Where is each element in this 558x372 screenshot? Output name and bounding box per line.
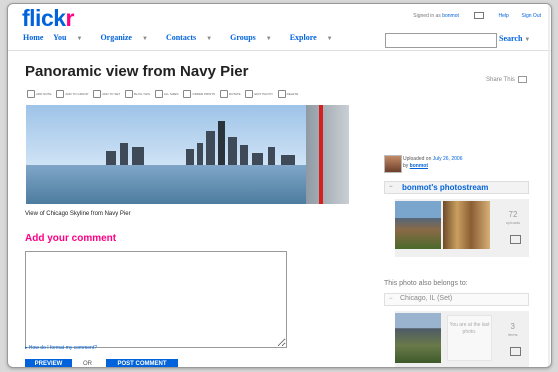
- photo-building: [120, 143, 128, 165]
- photo-building: [240, 145, 248, 165]
- upload-date-link[interactable]: July 26, 2006: [433, 156, 463, 162]
- slideshow-icon[interactable]: [510, 347, 521, 356]
- blog-this-button[interactable]: BLOG THIS: [125, 90, 150, 98]
- preview-button[interactable]: PREVIEW: [25, 359, 72, 367]
- delete-button[interactable]: DELETE: [277, 90, 298, 98]
- chevron-down-icon[interactable]: ▼: [76, 36, 82, 42]
- photo-building: [132, 147, 144, 165]
- header-divider: [8, 50, 551, 51]
- pencil-icon: [245, 90, 254, 98]
- sign-out-link[interactable]: Sign Out: [522, 13, 541, 19]
- photo-building: [228, 137, 237, 165]
- blog-icon: [125, 90, 134, 98]
- post-comment-button[interactable]: POST COMMENT: [106, 359, 178, 367]
- photostream-thumb[interactable]: [443, 201, 490, 249]
- share-this-button[interactable]: Share This: [486, 76, 527, 83]
- set-box: You are at the last photo. 3 items: [395, 311, 529, 367]
- add-to-set-button[interactable]: ADD TO SET: [93, 90, 120, 98]
- search-button[interactable]: Search ▼: [499, 34, 530, 43]
- search-input[interactable]: [385, 33, 497, 48]
- nav-contacts[interactable]: Contacts ▼: [166, 33, 220, 42]
- last-photo-notice: You are at the last photo.: [447, 315, 492, 361]
- mail-icon[interactable]: [473, 12, 484, 19]
- main-photo[interactable]: [26, 105, 349, 204]
- nav-organize[interactable]: Organize ▼: [100, 33, 156, 42]
- chevron-down-icon[interactable]: ▼: [142, 36, 148, 42]
- set-icon: [93, 90, 102, 98]
- upload-count: 72 uploads: [506, 210, 521, 226]
- avatar[interactable]: [384, 155, 402, 173]
- scrollbar[interactable]: [548, 4, 550, 367]
- photo-toolbar: ADD NOTE ADD TO GROUP ADD TO SET BLOG TH…: [27, 90, 302, 102]
- chevron-down-icon[interactable]: ▼: [327, 36, 333, 42]
- photostream-thumb[interactable]: [395, 201, 441, 249]
- photo-caption: View of Chicago Skyline from Navy Pier: [25, 211, 131, 217]
- user-links: Signed in as bonmot Help Sign Out: [413, 12, 541, 19]
- help-link[interactable]: Help: [498, 13, 508, 19]
- group-icon: [56, 90, 65, 98]
- photo-building: [186, 149, 194, 165]
- site-header: flickr Home You ▼ Organize ▼ Contacts ▼ Gro…: [8, 4, 551, 54]
- magnifier-icon: [154, 90, 163, 98]
- photo-building: [252, 153, 263, 165]
- photo-red-pole: [319, 105, 323, 204]
- flickr-logo[interactable]: flickr: [22, 5, 75, 32]
- photostream-box: 72 uploads: [395, 199, 529, 257]
- set-label[interactable]: Chicago, IL (Set): [400, 295, 452, 302]
- nav-you[interactable]: You ▼: [53, 33, 90, 42]
- upload-text: Uploaded on July 26, 2006 by bonmot: [403, 156, 463, 169]
- chevron-down-icon[interactable]: ▼: [206, 36, 212, 42]
- order-prints-button[interactable]: ORDER PRINTS: [183, 90, 215, 98]
- main-nav: Home You ▼ Organize ▼ Contacts ▼ Groups ▼ Ex…: [23, 33, 349, 42]
- photostream-header[interactable]: − bonmot's photostream: [384, 181, 529, 194]
- delete-icon: [277, 90, 286, 98]
- username-link[interactable]: bonmot: [442, 13, 459, 19]
- nav-explore[interactable]: Explore ▼: [290, 33, 341, 42]
- add-comment-heading: Add your comment: [25, 233, 117, 244]
- photo-building: [281, 155, 295, 165]
- photo-water: [26, 165, 349, 204]
- comment-textarea[interactable]: [25, 251, 287, 348]
- add-to-group-button[interactable]: ADD TO GROUP: [56, 90, 88, 98]
- photo-pier: [306, 105, 349, 204]
- rotate-icon: [219, 90, 228, 98]
- set-count: 3 items: [508, 322, 518, 338]
- chevron-down-icon[interactable]: ▼: [524, 37, 530, 43]
- nav-groups[interactable]: Groups ▼: [230, 33, 280, 42]
- set-header[interactable]: − Chicago, IL (Set): [384, 293, 529, 306]
- prints-icon: [183, 90, 192, 98]
- or-label: OR: [83, 361, 92, 367]
- all-sizes-button[interactable]: ALL SIZES: [154, 90, 179, 98]
- set-thumb[interactable]: [395, 313, 441, 363]
- nav-home[interactable]: Home: [23, 33, 43, 42]
- collapse-icon[interactable]: −: [389, 296, 393, 302]
- collapse-icon[interactable]: −: [389, 184, 393, 190]
- photo-building: [197, 143, 203, 165]
- rotate-button[interactable]: ROTATE: [219, 90, 241, 98]
- photo-building: [206, 131, 215, 165]
- format-help-link[interactable]: ▸ How do I format my comment?: [25, 345, 97, 351]
- share-icon: [517, 76, 527, 83]
- browser-frame: flickr Home You ▼ Organize ▼ Contacts ▼ Gro…: [7, 3, 552, 368]
- belongs-to-label: This photo also belongs to:: [384, 280, 468, 287]
- uploader-link[interactable]: bonmot: [410, 163, 428, 169]
- photo-building: [106, 151, 116, 165]
- page-title: Panoramic view from Navy Pier: [25, 63, 249, 80]
- photostream-label[interactable]: bonmot's photostream: [402, 183, 488, 192]
- slideshow-icon[interactable]: [510, 235, 521, 244]
- add-note-button[interactable]: ADD NOTE: [27, 90, 52, 98]
- photo-building: [218, 121, 225, 165]
- edit-photo-button[interactable]: EDIT PHOTO: [245, 90, 273, 98]
- photo-building: [268, 147, 275, 165]
- note-icon: [27, 90, 35, 98]
- chevron-down-icon[interactable]: ▼: [266, 36, 272, 42]
